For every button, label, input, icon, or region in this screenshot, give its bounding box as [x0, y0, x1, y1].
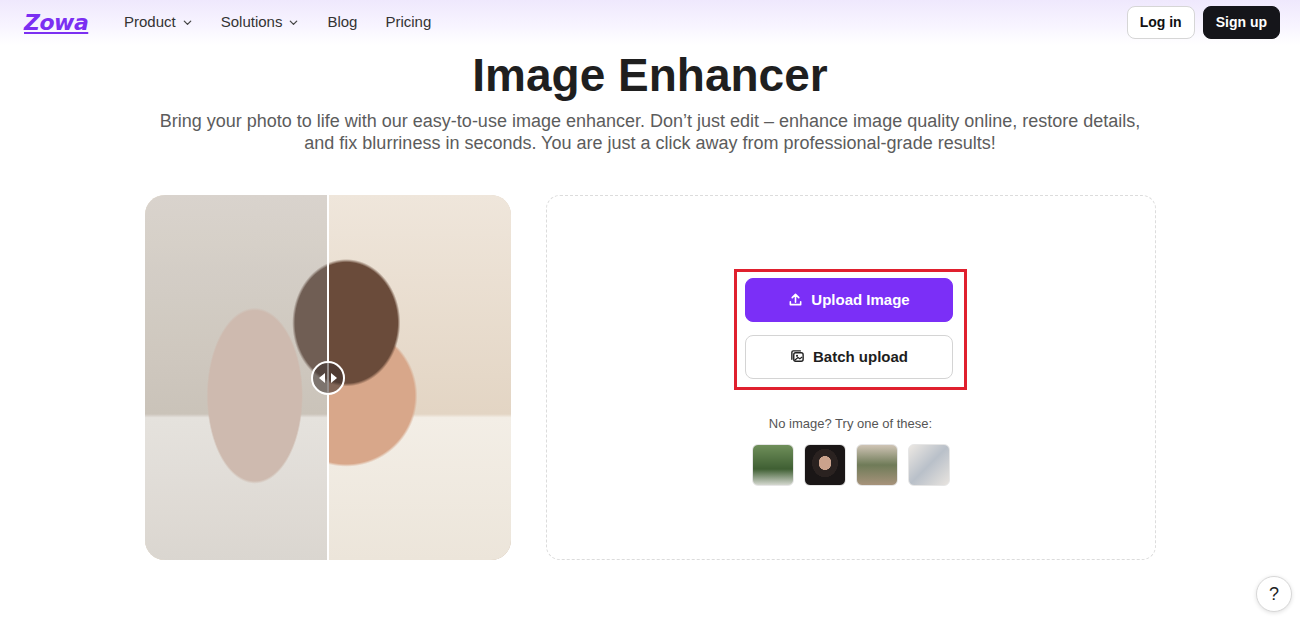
sample-image[interactable]: [752, 444, 794, 486]
button-label: Upload Image: [811, 289, 909, 312]
button-label: Batch upload: [813, 346, 908, 369]
login-button[interactable]: Log in: [1127, 6, 1195, 38]
help-button[interactable]: ?: [1256, 576, 1292, 612]
nav-item[interactable]: Solutions: [221, 11, 300, 34]
highlight-box: Upload Image Batch upload: [734, 269, 967, 390]
nav-item[interactable]: Pricing: [385, 11, 431, 34]
chevron-down-icon: [182, 17, 193, 28]
nav-label: Pricing: [385, 11, 431, 34]
help-label: ?: [1269, 581, 1279, 608]
logo[interactable]: Zowa: [24, 12, 100, 34]
top-navbar: Zowa Product Solutions Blog Pricing Log in Sig…: [0, 0, 1300, 45]
upload-panel: Upload Image Batch upload No image? Try on…: [546, 195, 1156, 560]
enhancer-stage: Upload Image Batch upload No image? Try on…: [145, 195, 1156, 560]
upload-image-button[interactable]: Upload Image: [745, 278, 953, 322]
button-label: Log in: [1140, 14, 1182, 30]
samples-label: No image? Try one of these:: [769, 414, 932, 434]
auth-buttons: Log in Sign up: [1127, 6, 1280, 38]
nav-label: Solutions: [221, 11, 283, 34]
before-image: [145, 195, 328, 560]
page-subtitle: Bring your photo to life with our easy-t…: [155, 110, 1145, 154]
sample-images: [752, 444, 950, 486]
button-label: Sign up: [1216, 14, 1267, 30]
sample-image[interactable]: [908, 444, 950, 486]
nav-label: Blog: [327, 11, 357, 34]
compare-slider[interactable]: [145, 195, 511, 560]
upload-icon: [788, 292, 803, 307]
signup-button[interactable]: Sign up: [1203, 6, 1280, 38]
nav-item[interactable]: Blog: [327, 11, 357, 34]
page-title: Image Enhancer: [0, 47, 1300, 103]
images-icon: [790, 349, 805, 364]
drag-arrows-icon: [317, 371, 339, 385]
sample-image[interactable]: [856, 444, 898, 486]
sample-image[interactable]: [804, 444, 846, 486]
nav-item[interactable]: Product: [124, 11, 193, 34]
chevron-down-icon: [288, 17, 299, 28]
nav-menu: Product Solutions Blog Pricing: [124, 11, 431, 34]
nav-label: Product: [124, 11, 176, 34]
compare-handle[interactable]: [311, 361, 345, 395]
batch-upload-button[interactable]: Batch upload: [745, 335, 953, 379]
